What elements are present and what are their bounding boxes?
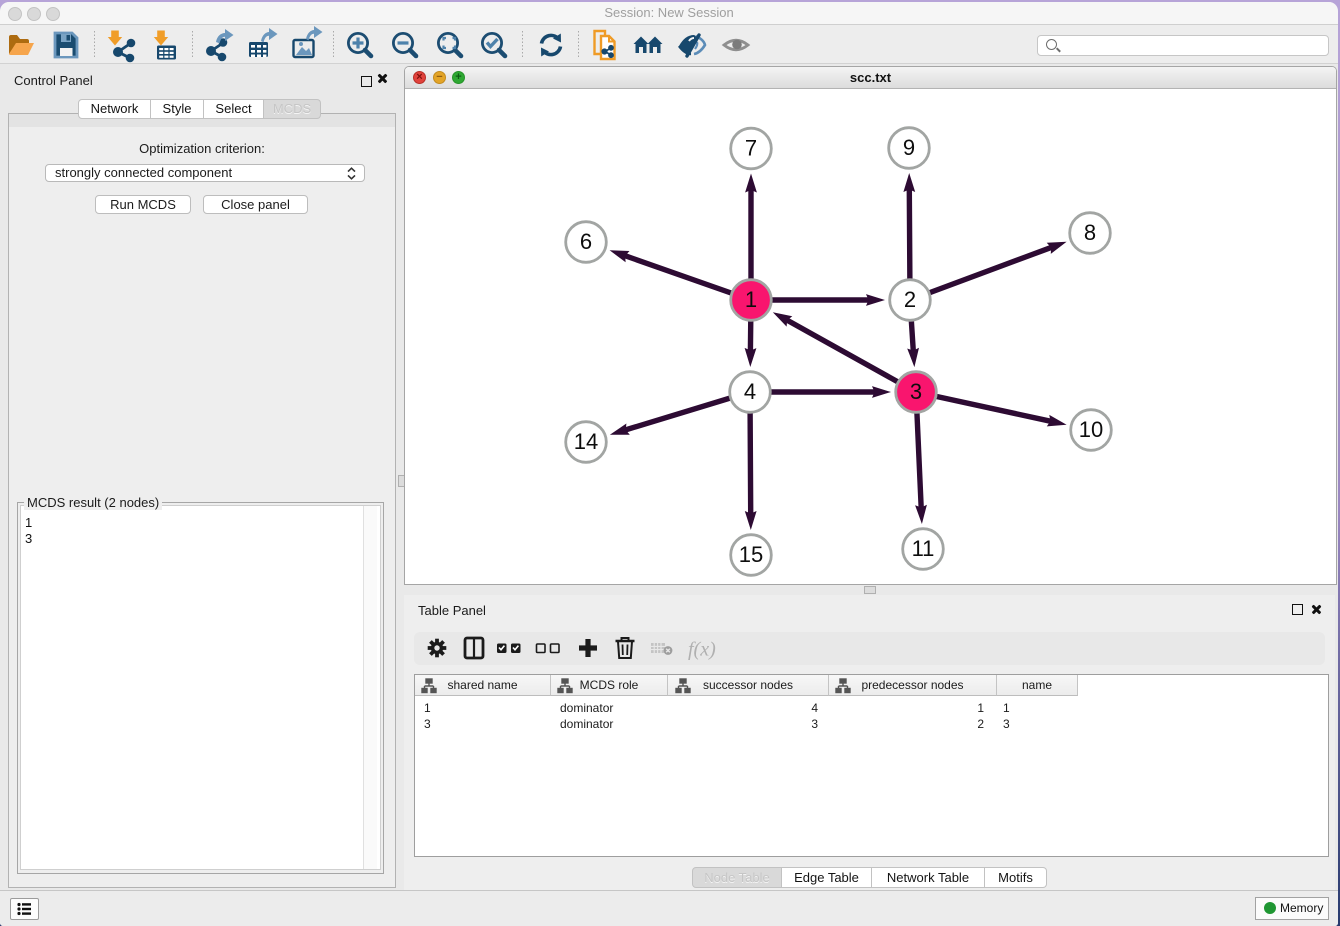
svg-text:4: 4	[744, 379, 756, 404]
svg-text:10: 10	[1079, 417, 1103, 442]
svg-text:2: 2	[904, 287, 916, 312]
svg-text:11: 11	[912, 536, 935, 561]
svg-text:6: 6	[580, 229, 592, 254]
svg-text:15: 15	[739, 542, 763, 567]
svg-text:1: 1	[745, 287, 757, 312]
svg-text:7: 7	[745, 136, 757, 161]
svg-text:8: 8	[1084, 220, 1096, 245]
svg-text:f(x): f(x)	[688, 639, 716, 661]
svg-text:9: 9	[903, 135, 915, 160]
svg-text:3: 3	[910, 379, 922, 404]
svg-text:14: 14	[574, 429, 598, 454]
